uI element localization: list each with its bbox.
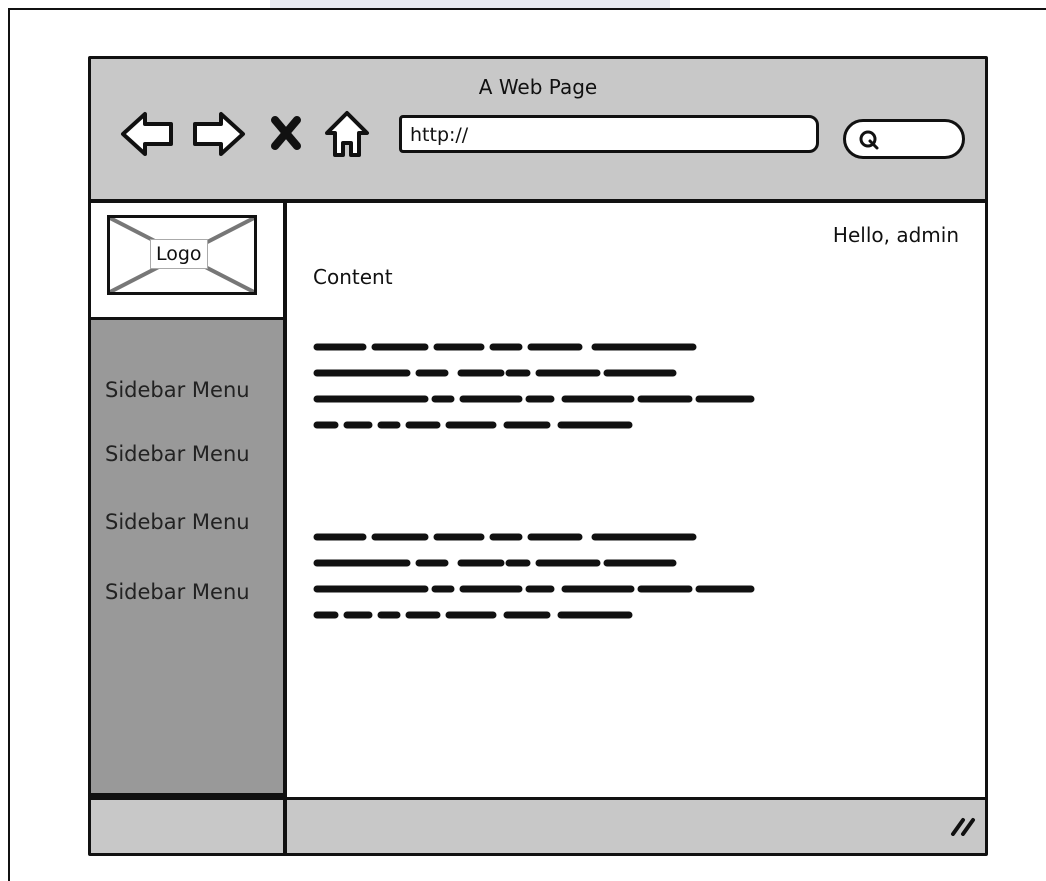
sidebar-item-1[interactable]: Sidebar Menu	[105, 378, 250, 402]
sidebar-item-2[interactable]: Sidebar Menu	[105, 442, 250, 466]
status-bar	[91, 797, 985, 853]
placeholder-paragraph-1	[311, 337, 851, 457]
content-title: Content	[313, 265, 393, 289]
top-edge-shade	[270, 0, 670, 8]
logo-label: Logo	[150, 239, 208, 269]
sidebar: Sidebar Menu Sidebar Menu Sidebar Menu S…	[91, 317, 287, 797]
user-greeting: Hello, admin	[832, 223, 959, 247]
home-icon[interactable]	[323, 109, 371, 159]
resize-grip-icon[interactable]	[949, 814, 977, 840]
logo-image-placeholder: Logo	[107, 215, 257, 295]
browser-window: A Web Page http:// Logo Sidebar Menu Sid…	[88, 56, 988, 856]
search-input[interactable]	[843, 119, 965, 159]
window-title: A Web Page	[478, 75, 598, 99]
search-icon	[858, 129, 880, 155]
right-arrow-icon[interactable]	[189, 109, 247, 159]
main-content: Hello, admin Content	[287, 203, 985, 797]
close-x-icon[interactable]	[269, 109, 303, 159]
browser-toolbar: A Web Page http://	[91, 59, 985, 203]
status-bar-left-cell	[91, 800, 287, 853]
sidebar-item-3[interactable]: Sidebar Menu	[105, 510, 250, 534]
sidebar-item-4[interactable]: Sidebar Menu	[105, 580, 250, 604]
mockup-canvas: A Web Page http:// Logo Sidebar Menu Sid…	[8, 8, 1046, 881]
url-input[interactable]: http://	[399, 115, 819, 153]
logo-area: Logo	[91, 203, 287, 317]
left-arrow-icon[interactable]	[119, 109, 177, 159]
placeholder-paragraph-2	[311, 527, 851, 647]
